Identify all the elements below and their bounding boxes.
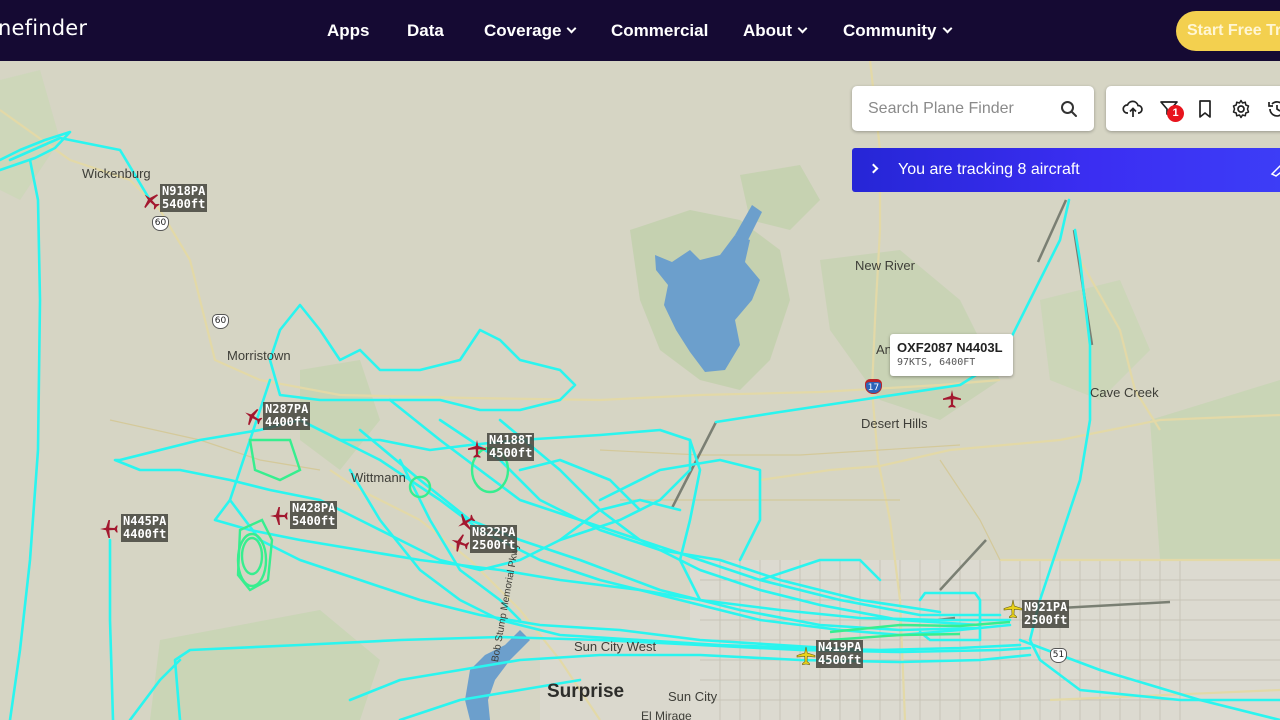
popup-callsign: OXF2087 N4403L xyxy=(897,340,1003,355)
start-free-trial-button[interactable]: Start Free Tr xyxy=(1176,11,1280,51)
place-sun-city: Sun City xyxy=(668,689,718,704)
tracking-banner[interactable]: You are tracking 8 aircraft xyxy=(852,148,1280,192)
aircraft-label-n445pa[interactable]: N445PA 4400ft xyxy=(121,514,169,542)
chevron-down-icon xyxy=(942,23,952,34)
interstate-17-shield: 17 xyxy=(865,379,882,394)
top-navigation-bar: nefinder Apps Data Coverage Commercial A… xyxy=(0,0,1280,61)
nav-community[interactable]: Community xyxy=(843,0,952,61)
route-60-shield: 60 xyxy=(152,216,169,231)
place-new-river: New River xyxy=(855,258,915,273)
route-51-shield: 51 xyxy=(1050,648,1067,663)
chevron-down-icon xyxy=(567,23,577,34)
planefinder-logo[interactable]: nefinder xyxy=(0,16,87,40)
aircraft-label-n428pa[interactable]: N428PA 5400ft xyxy=(290,501,338,529)
popup-speed-altitude: 97KTS, 6400FT xyxy=(897,357,976,368)
filter-count-badge: 1 xyxy=(1167,105,1184,122)
cloud-upload-icon[interactable] xyxy=(1122,98,1144,120)
settings-icon[interactable] xyxy=(1230,98,1252,120)
place-morristown: Morristown xyxy=(227,348,291,363)
place-wittmann: Wittmann xyxy=(351,470,406,485)
route-60-shield: 60 xyxy=(212,314,229,329)
tracking-banner-text: You are tracking 8 aircraft xyxy=(898,161,1080,178)
aircraft-label-n419pa[interactable]: N419PA 4500ft xyxy=(816,640,864,668)
aircraft-icon[interactable] xyxy=(796,646,816,666)
aircraft-label-n4188t[interactable]: N4188T 4500ft xyxy=(487,433,535,461)
plane-icon xyxy=(1270,165,1280,177)
place-desert-hills: Desert Hills xyxy=(861,416,928,431)
selected-aircraft-popup[interactable]: OXF2087 N4403L 97KTS, 6400FT xyxy=(890,334,1013,376)
place-surprise: Surprise xyxy=(547,681,625,702)
bookmark-icon[interactable] xyxy=(1194,98,1216,120)
search-box xyxy=(852,86,1094,131)
place-wickenburg: Wickenburg xyxy=(82,166,151,181)
nav-apps[interactable]: Apps xyxy=(327,0,370,61)
aircraft-label-n287pa[interactable]: N287PA 4400ft xyxy=(263,402,311,430)
place-cave-creek: Cave Creek xyxy=(1090,385,1159,400)
search-icon[interactable] xyxy=(1060,100,1078,118)
aircraft-icon[interactable] xyxy=(1003,599,1023,619)
aircraft-label-n822pa[interactable]: N822PA 2500ft xyxy=(470,525,518,553)
chevron-right-icon[interactable] xyxy=(868,163,879,174)
aircraft-icon[interactable] xyxy=(467,439,487,459)
place-el-mirage: El Mirage xyxy=(641,709,692,720)
nav-coverage[interactable]: Coverage xyxy=(484,0,577,61)
nav-commercial[interactable]: Commercial xyxy=(611,0,708,61)
nav-data[interactable]: Data xyxy=(407,0,444,61)
aircraft-icon[interactable] xyxy=(99,519,119,539)
place-sun-city-west: Sun City West xyxy=(574,639,657,654)
map-toolbar xyxy=(1106,86,1280,131)
aircraft-label-n918pa[interactable]: N918PA 5400ft xyxy=(160,184,208,212)
aircraft-icon[interactable] xyxy=(269,506,289,526)
nav-about[interactable]: About xyxy=(743,0,808,61)
history-icon[interactable] xyxy=(1266,98,1280,120)
aircraft-label-n921pa[interactable]: N921PA 2500ft xyxy=(1022,600,1070,628)
chevron-down-icon xyxy=(797,23,808,34)
aircraft-icon[interactable] xyxy=(942,389,962,409)
search-input[interactable] xyxy=(868,98,1048,120)
